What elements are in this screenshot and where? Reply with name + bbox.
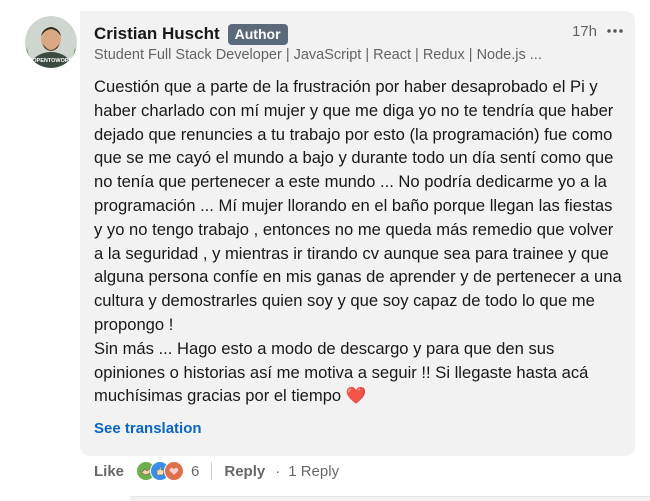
reply-button[interactable]: Reply [224,463,265,480]
reaction-count[interactable]: 6 [191,463,199,480]
love-icon [164,461,185,481]
like-button[interactable]: Like [94,463,124,480]
author-name[interactable]: Cristian Huscht [94,24,220,44]
ellipsis-icon [607,29,623,33]
next-comment-edge [130,496,650,501]
divider [211,462,213,480]
dot-separator: · [275,462,281,480]
timestamp: 17h [571,23,597,40]
reply-count-link[interactable]: 1 Reply [288,463,339,480]
avatar[interactable]: #OPENTOWORK [25,16,77,68]
author-headline: Student Full Stack Developer | JavaScrip… [94,47,542,63]
author-badge: Author [227,23,288,45]
more-options-button[interactable] [603,19,627,43]
avatar-photo: #OPENTOWORK [25,16,77,68]
comment-actions: Like 6 Reply · 1 Reply [94,460,339,482]
author-row: Cristian Huscht Author [94,22,288,46]
comment-bubble: Cristian Huscht Author 17h Student Full … [80,11,635,456]
reactions-summary[interactable] [136,461,185,481]
open-to-work-text: #OPENTOWORK [29,58,73,64]
comment-text: Cuestión que a parte de la frustración p… [94,77,622,406]
see-translation-link[interactable]: See translation [94,420,202,437]
